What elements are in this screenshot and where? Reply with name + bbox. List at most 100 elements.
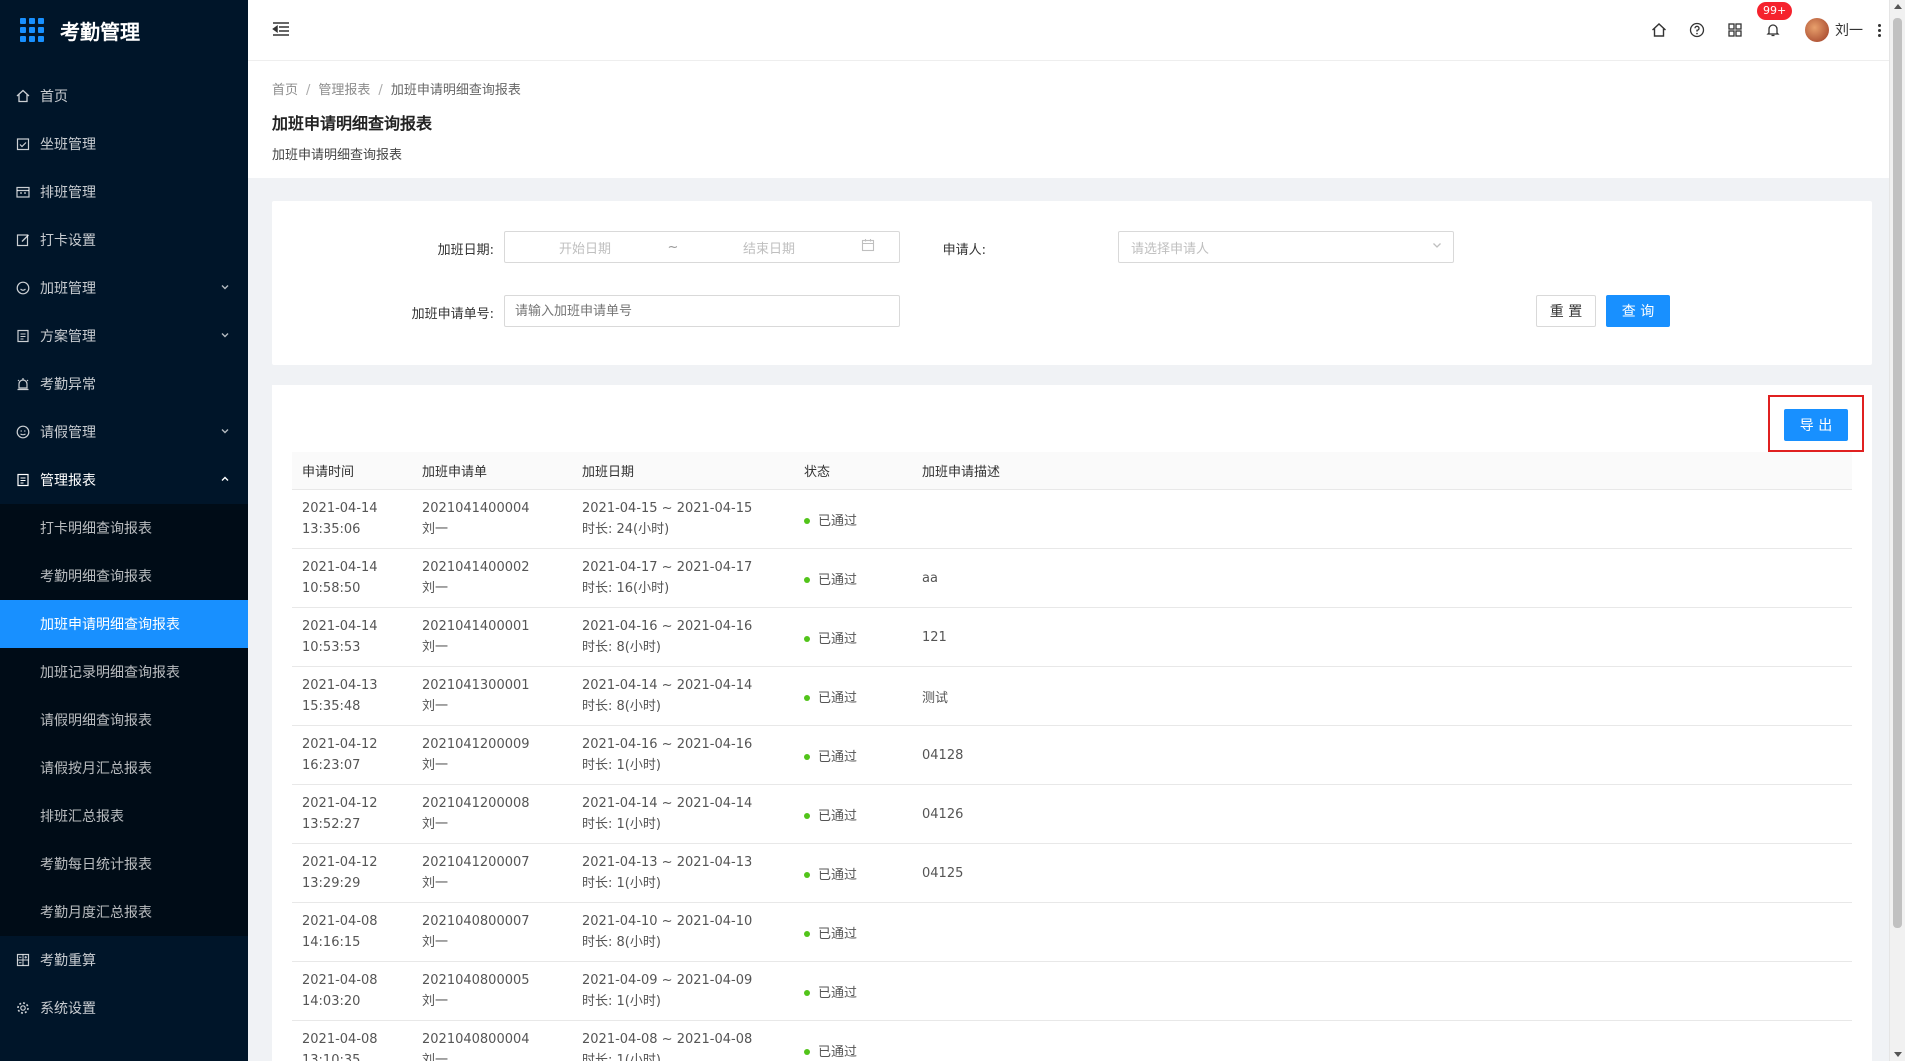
column-header[interactable]: 申请时间 [292,461,412,480]
status-cell: 已通过 [792,1041,912,1060]
scroll-down-arrow-icon[interactable] [1894,1052,1902,1057]
scrollbar-thumb[interactable] [1893,18,1902,928]
end-date-input[interactable]: 结束日期 [681,238,857,257]
sidebar-subitem-overtime-record[interactable]: 加班记录明细查询报表 [0,648,248,696]
calendar-check-icon [16,137,30,151]
table-row[interactable]: 2021-04-14 13:35:06 2021041400004 刘一 2021-04… [292,490,1852,549]
top-header: 99+ 刘一 [248,0,1889,61]
chevron-down-icon [220,426,230,439]
table-row[interactable]: 2021-04-08 14:03:20 2021040800005 刘一 2021-04… [292,962,1852,1021]
table-row[interactable]: 2021-04-13 15:35:48 2021041300001 刘一 2021-04… [292,667,1852,726]
sidebar-item-home[interactable]: 首页 [0,72,248,120]
app-logo[interactable]: 考勤管理 [0,0,248,60]
sidebar: 考勤管理 首页 坐班管理 排班管理 打卡设置 加班管理 方案管理 考勤异常 请假… [0,0,248,1061]
sidebar-subitem-daily-stats[interactable]: 考勤每日统计报表 [0,840,248,888]
overtime-date-cell: 2021-04-14 ~ 2021-04-14 时长: 8(小时) [572,675,792,717]
status-text: 已通过 [818,808,858,824]
column-header[interactable]: 状态 [792,461,912,480]
sidebar-item-exceptions[interactable]: 考勤异常 [0,360,248,408]
more-vertical-icon[interactable] [1875,23,1883,38]
sidebar-item-label: 请假管理 [40,425,96,441]
apply-time-cell: 2021-04-08 14:16:15 [292,911,412,953]
application-number: 2021041400004 [422,501,530,516]
status-text: 已通过 [818,513,858,529]
status-text: 已通过 [818,572,858,588]
sidebar-item-reports[interactable]: 管理报表 [0,456,248,504]
table-row[interactable]: 2021-04-14 10:58:50 2021041400002 刘一 2021-04… [292,549,1852,608]
application-number: 2021041400001 [422,619,530,634]
range-separator: ~ [667,239,679,255]
sidebar-item-overtime[interactable]: 加班管理 [0,264,248,312]
scroll-up-arrow-icon[interactable] [1894,4,1902,9]
help-icon[interactable] [1687,20,1707,40]
sidebar-item-leave[interactable]: 请假管理 [0,408,248,456]
overtime-range: 2021-04-14 ~ 2021-04-14 [582,796,753,811]
reports-submenu: 打卡明细查询报表 考勤明细查询报表 加班申请明细查询报表 加班记录明细查询报表 … [0,504,248,936]
table-row[interactable]: 2021-04-08 14:16:15 2021040800007 刘一 2021-04… [292,903,1852,962]
sidebar-item-label: 方案管理 [40,329,96,345]
overtime-duration: 时长: 1(小时) [582,758,661,773]
results-table: 申请时间 加班申请单 加班日期 状态 加班申请描述 2021-04-14 13:3… [292,452,1852,1061]
notification-bell[interactable]: 99+ [1757,2,1793,40]
reset-button[interactable]: 重 置 [1536,295,1596,327]
start-date-input[interactable]: 开始日期 [505,238,665,257]
apps-icon[interactable] [1725,20,1745,40]
status-text: 已通过 [818,985,858,1001]
column-header[interactable]: 加班申请描述 [912,461,1852,480]
clock-icon [16,281,30,295]
sidebar-item-shift-office[interactable]: 坐班管理 [0,120,248,168]
overtime-date-range-picker[interactable]: 开始日期 ~ 结束日期 [504,231,900,263]
table-row[interactable]: 2021-04-12 13:52:27 2021041200008 刘一 2021-04… [292,785,1852,844]
table-row[interactable]: 2021-04-12 13:29:29 2021041200007 刘一 2021-04… [292,844,1852,903]
apply-date: 2021-04-14 [302,560,378,575]
column-header[interactable]: 加班申请单 [412,461,572,480]
sidebar-subitem-overtime-application[interactable]: 加班申请明细查询报表 [0,600,248,648]
breadcrumb-reports[interactable]: 管理报表 [318,83,370,98]
applicant-select[interactable]: 请选择申请人 [1118,231,1454,263]
status-cell: 已通过 [792,569,912,588]
overtime-date-cell: 2021-04-10 ~ 2021-04-10 时长: 8(小时) [572,911,792,953]
breadcrumb-home[interactable]: 首页 [272,83,298,98]
apply-time: 14:16:15 [302,935,361,950]
report-icon [16,473,30,487]
sidebar-subitem-punch-detail[interactable]: 打卡明细查询报表 [0,504,248,552]
sidebar-item-punch-settings[interactable]: 打卡设置 [0,216,248,264]
application-cell: 2021041200007 刘一 [412,852,572,894]
status-cell: 已通过 [792,805,912,824]
sidebar-item-label: 加班管理 [40,281,96,297]
application-number: 2021041200008 [422,796,530,811]
home-icon [16,89,30,103]
application-number: 2021041400002 [422,560,530,575]
apply-time: 15:35:48 [302,699,361,714]
menu-fold-icon[interactable] [272,20,290,38]
user-name[interactable]: 刘一 [1835,20,1863,40]
avatar[interactable] [1805,18,1829,42]
application-cell: 2021041300001 刘一 [412,675,572,717]
query-button[interactable]: 查 询 [1606,295,1670,327]
column-header[interactable]: 加班日期 [572,461,792,480]
home-icon[interactable] [1649,20,1669,40]
sidebar-item-recalculate[interactable]: 考勤重算 [0,936,248,984]
page-header: 首页 / 管理报表 / 加班申请明细查询报表 加班申请明细查询报表 加班申请明细查询报表 [248,61,1889,178]
sidebar-subitem-schedule-summary[interactable]: 排班汇总报表 [0,792,248,840]
sidebar-subitem-attendance-detail[interactable]: 考勤明细查询报表 [0,552,248,600]
overtime-range: 2021-04-16 ~ 2021-04-16 [582,619,753,634]
export-button[interactable]: 导 出 [1784,409,1848,441]
sidebar-item-scheduling[interactable]: 排班管理 [0,168,248,216]
apply-date: 2021-04-14 [302,619,378,634]
header-actions: 99+ 刘一 [1649,0,1889,60]
apply-time: 10:58:50 [302,581,361,596]
sidebar-subitem-leave-monthly[interactable]: 请假按月汇总报表 [0,744,248,792]
overtime-date-cell: 2021-04-08 ~ 2021-04-08 时长: 1(小时) [572,1029,792,1061]
sidebar-item-label: 考勤重算 [40,953,96,969]
sidebar-item-plans[interactable]: 方案管理 [0,312,248,360]
table-row[interactable]: 2021-04-08 13:10:35 2021040800004 刘一 2021-04… [292,1021,1852,1061]
document-icon [16,329,30,343]
sidebar-subitem-monthly-summary[interactable]: 考勤月度汇总报表 [0,888,248,936]
page-scrollbar[interactable] [1889,0,1905,1061]
sidebar-subitem-leave-detail[interactable]: 请假明细查询报表 [0,696,248,744]
application-number-input[interactable] [504,295,900,327]
table-row[interactable]: 2021-04-12 16:23:07 2021041200009 刘一 2021-04… [292,726,1852,785]
table-row[interactable]: 2021-04-14 10:53:53 2021041400001 刘一 2021-04… [292,608,1852,667]
sidebar-item-settings[interactable]: 系统设置 [0,984,248,1032]
